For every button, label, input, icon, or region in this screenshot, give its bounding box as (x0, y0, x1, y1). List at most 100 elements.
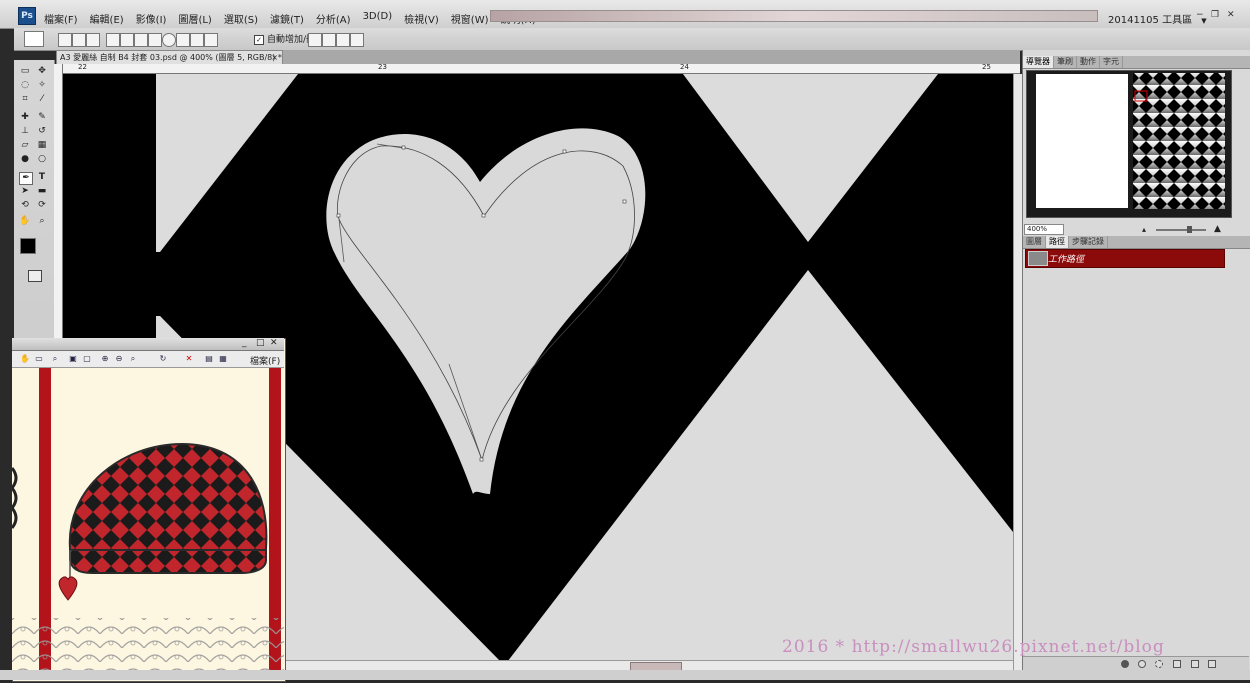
checkbox-icon[interactable]: ✓ (254, 34, 264, 45)
hand-icon[interactable]: ✋ (20, 354, 30, 364)
pen-tool-icon[interactable]: ✒ (19, 172, 33, 185)
workspace-switcher[interactable]: 20141105 工具區 ▼ (1108, 11, 1207, 26)
zoom-menu-icon[interactable]: ⌕ (128, 354, 138, 364)
move-tool-icon[interactable]: ✥ (36, 66, 48, 77)
anchor-point[interactable] (479, 457, 484, 462)
combine-mode-add-icon[interactable] (308, 33, 322, 47)
path-selection-tool-icon[interactable]: ➤ (19, 186, 31, 197)
close-icon[interactable]: ✕ (270, 338, 278, 348)
paths-button[interactable] (72, 33, 86, 47)
shape-tool-icon[interactable]: ▬ (36, 186, 48, 197)
zoom-in-icon[interactable]: ▲ (1214, 224, 1221, 234)
ellipse-icon[interactable] (162, 33, 176, 47)
delete-icon[interactable]: ✕ (184, 354, 194, 364)
actual-size-icon[interactable]: ▢ (82, 354, 92, 364)
tab-layers[interactable]: 圖層 (1023, 236, 1046, 248)
fill-pixels-button[interactable] (86, 33, 100, 47)
zoom-tool-icon[interactable]: ⌕ (36, 216, 48, 227)
close-icon[interactable]: × (271, 51, 278, 64)
menu-image[interactable]: 影像(I) (136, 11, 167, 26)
menu-view[interactable]: 檢視(V) (404, 11, 439, 26)
rotate-icon[interactable]: ↻ (158, 354, 168, 364)
combine-mode-intersect-icon[interactable] (336, 33, 350, 47)
zoom-slider-thumb[interactable] (1187, 226, 1192, 233)
fit-icon[interactable]: ▣ (68, 354, 78, 364)
3d-rotate-tool-icon[interactable]: ⟲ (19, 200, 31, 211)
zoom-out-icon[interactable]: ▴ (1142, 225, 1146, 234)
menu-analysis[interactable]: 分析(A) (316, 11, 351, 26)
dodge-tool-icon[interactable]: ○ (36, 154, 48, 165)
blur-tool-icon[interactable]: ● (19, 154, 31, 165)
workspace-label: 20141105 工具區 (1108, 15, 1193, 26)
viewer-file-menu[interactable]: 檔案(F) (250, 354, 280, 367)
marquee-tool-icon[interactable]: ▭ (19, 66, 31, 77)
anchor-point[interactable] (481, 213, 486, 218)
menu-file[interactable]: 檔案(F) (44, 11, 78, 26)
stroke-path-icon[interactable] (1138, 660, 1146, 668)
polygon-icon[interactable] (176, 33, 190, 47)
combine-mode-subtract-icon[interactable] (322, 33, 336, 47)
menu-window[interactable]: 視窗(W) (451, 11, 489, 26)
lasso-tool-icon[interactable]: ◌ (19, 80, 31, 91)
eyedropper-tool-icon[interactable]: ⁄ (36, 94, 48, 105)
quick-mask-icon[interactable] (28, 270, 42, 282)
magnify-icon[interactable]: ⌕ (50, 354, 60, 364)
tab-history[interactable]: 步驟記錄 (1069, 236, 1108, 248)
eraser-tool-icon[interactable]: ▱ (19, 140, 31, 151)
print-icon[interactable]: ▤ (204, 354, 214, 364)
menu-edit[interactable]: 編輯(E) (90, 11, 124, 26)
pen-tool-preset-picker[interactable] (24, 31, 44, 47)
minimize-icon[interactable]: − (1196, 10, 1204, 20)
type-tool-icon[interactable]: T (36, 172, 48, 183)
rounded-rectangle-icon[interactable] (148, 33, 162, 47)
3d-orbit-tool-icon[interactable]: ⟳ (36, 200, 48, 211)
restore-icon[interactable]: ❐ (1211, 10, 1219, 20)
rectangle-icon[interactable] (134, 33, 148, 47)
close-icon[interactable]: ✕ (1227, 10, 1235, 20)
zoom-in-icon[interactable]: ⊕ (100, 354, 110, 364)
tab-actions[interactable]: 動作 (1077, 56, 1100, 68)
anchor-point[interactable] (562, 149, 567, 154)
shape-layers-button[interactable] (58, 33, 72, 47)
load-as-selection-icon[interactable] (1155, 660, 1163, 668)
fill-path-icon[interactable] (1121, 660, 1129, 668)
delete-path-icon[interactable] (1208, 660, 1216, 668)
vertical-scrollbar[interactable] (1013, 74, 1022, 670)
new-path-icon[interactable] (1191, 660, 1199, 668)
save-icon[interactable]: ▦ (218, 354, 228, 364)
anchor-point[interactable] (622, 199, 627, 204)
foreground-color-swatch[interactable] (20, 238, 36, 254)
tab-navigator[interactable]: 導覽器 (1023, 56, 1054, 68)
tab-character[interactable]: 字元 (1100, 56, 1123, 68)
zoom-field[interactable]: 400% (1024, 224, 1064, 235)
make-work-path-icon[interactable] (1173, 660, 1181, 668)
anchor-point[interactable] (336, 213, 341, 218)
pen-icon[interactable] (106, 33, 120, 47)
line-icon[interactable] (190, 33, 204, 47)
crop-tool-icon[interactable]: ⌗ (19, 94, 31, 105)
brush-tool-icon[interactable]: ✎ (36, 112, 48, 123)
combine-mode-exclude-icon[interactable] (350, 33, 364, 47)
gradient-tool-icon[interactable]: ▦ (36, 140, 48, 151)
menu-3d[interactable]: 3D(D) (363, 11, 393, 26)
zoom-out-icon[interactable]: ⊖ (114, 354, 124, 364)
menu-layer[interactable]: 圖層(L) (178, 11, 211, 26)
maximize-icon[interactable]: □ (256, 338, 265, 348)
anchor-point[interactable] (401, 145, 406, 150)
healing-brush-tool-icon[interactable]: ✚ (19, 112, 31, 123)
hand-tool-icon[interactable]: ✋ (19, 216, 31, 227)
menu-select[interactable]: 選取(S) (224, 11, 258, 26)
minimize-icon[interactable]: _ (242, 338, 247, 348)
tab-paths[interactable]: 路徑 (1046, 236, 1069, 248)
menu-filter[interactable]: 濾鏡(T) (270, 11, 304, 26)
tab-brushes[interactable]: 筆刷 (1054, 56, 1077, 68)
ruler-label: 25 (982, 63, 991, 71)
magic-wand-tool-icon[interactable]: ✧ (36, 80, 48, 91)
document-tab[interactable]: A3 愛麗絲 自制 B4 封套 03.psd @ 400% (圖層 5, RGB… (56, 50, 283, 65)
freeform-pen-icon[interactable] (120, 33, 134, 47)
zoom-slider[interactable] (1156, 229, 1206, 231)
history-brush-tool-icon[interactable]: ↺ (36, 126, 48, 137)
custom-shape-icon[interactable] (204, 33, 218, 47)
clone-stamp-tool-icon[interactable]: ⊥ (19, 126, 31, 137)
select-icon[interactable]: ▭ (34, 354, 44, 364)
